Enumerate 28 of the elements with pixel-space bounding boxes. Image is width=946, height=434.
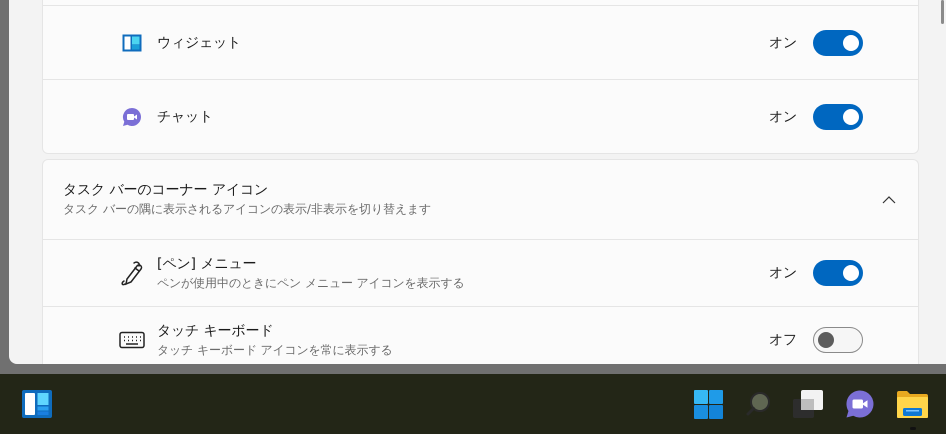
toggle-switch[interactable] <box>813 30 863 56</box>
setting-label: チャット <box>157 108 214 126</box>
toggle-state-label: オン <box>769 108 797 126</box>
pen-icon <box>119 260 145 286</box>
windows-logo-icon[interactable] <box>694 390 723 418</box>
section-subtitle: タスク バーの隅に表示されるアイコンの表示/非表示を切り替えます <box>63 201 432 218</box>
chat-icon <box>122 106 142 126</box>
toggle-switch[interactable] <box>813 327 863 353</box>
toggle-switch[interactable] <box>813 260 863 286</box>
toggle-switch[interactable] <box>813 104 863 130</box>
setting-label: タッチ キーボード <box>157 322 274 340</box>
toggle-state-label: オン <box>769 264 797 282</box>
keyboard-icon <box>119 331 145 349</box>
toggle-state-label: オフ <box>769 331 797 349</box>
scrollbar-thumb[interactable] <box>941 0 944 24</box>
setting-label: [ペン] メニュー <box>157 254 258 272</box>
search-icon[interactable] <box>745 391 771 417</box>
widgets-icon <box>122 34 142 52</box>
setting-label: ウィジェット <box>157 34 242 52</box>
toggle-state-label: オン <box>769 34 797 52</box>
chat-icon[interactable] <box>845 389 875 419</box>
folder-icon[interactable] <box>897 390 928 418</box>
task-view-icon[interactable] <box>793 390 823 418</box>
chevron-icon[interactable] <box>882 196 896 204</box>
section-title: タスク バーのコーナー アイコン <box>63 181 269 199</box>
setting-description: タッチ キーボード アイコンを常に表示する <box>157 342 394 358</box>
setting-description: ペンが使用中のときにペン メニュー アイコンを表示する <box>157 274 466 292</box>
widgets-icon[interactable] <box>22 390 52 418</box>
